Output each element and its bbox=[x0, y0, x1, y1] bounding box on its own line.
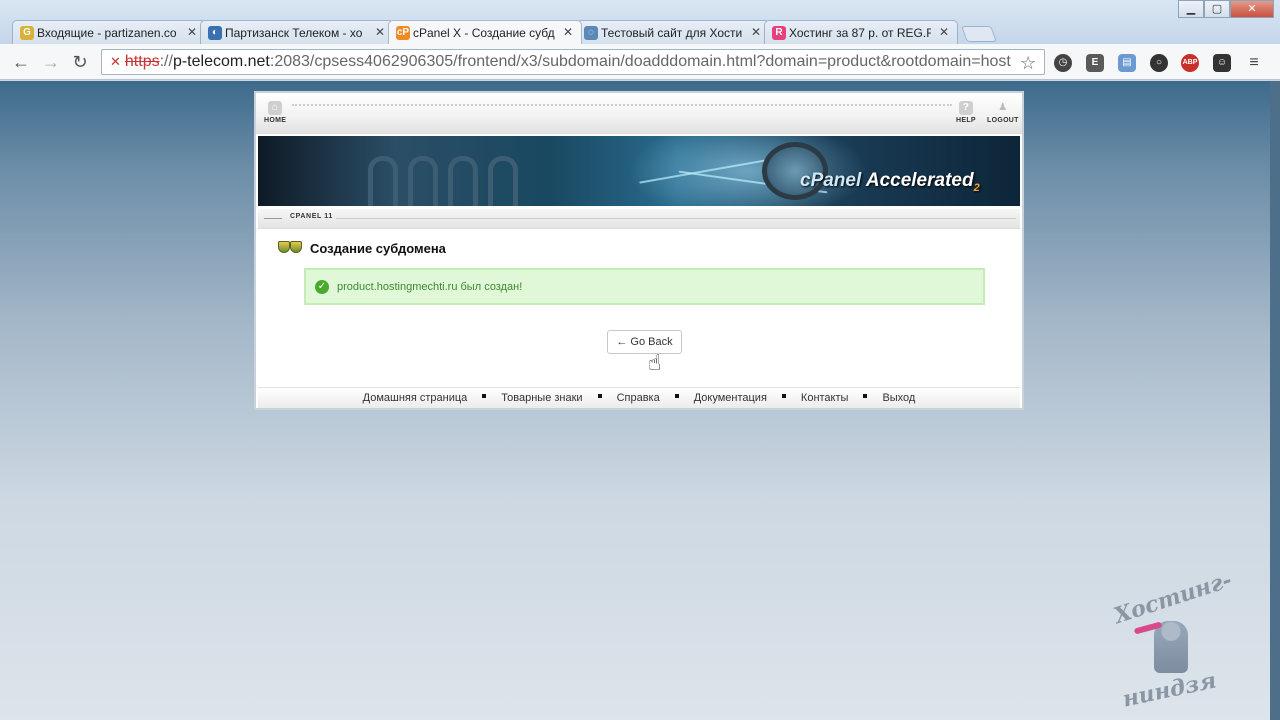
subdomain-icon bbox=[278, 239, 304, 257]
adblock-icon[interactable]: ABP bbox=[1181, 54, 1199, 72]
cpanel-icon: cP bbox=[396, 26, 410, 40]
divider bbox=[264, 218, 282, 219]
tab-reg-ru[interactable]: R Хостинг за 87 р. от REG.R ✕ bbox=[764, 20, 958, 44]
divider bbox=[292, 104, 952, 106]
menu-icon[interactable]: ≡ bbox=[1245, 54, 1263, 72]
separator bbox=[674, 393, 679, 398]
url-host: p-telecom.net bbox=[172, 53, 270, 70]
cable-graphic bbox=[488, 156, 518, 206]
reg-ru-icon: R bbox=[772, 26, 786, 40]
scrollbar[interactable] bbox=[1270, 81, 1280, 720]
home-icon: ⌂ bbox=[268, 101, 283, 115]
go-back-button[interactable]: ← Go Back bbox=[607, 330, 682, 354]
browser-titlebar: G Входящие - partizanen.co ✕ ◐ Партизанс… bbox=[0, 0, 1280, 44]
home-label: HOME bbox=[264, 117, 287, 124]
cpanel-logo: cPanel Accelerated2 bbox=[800, 170, 980, 194]
help-label: HELP bbox=[956, 117, 976, 124]
logout-link[interactable]: ♟ LOGOUT bbox=[987, 101, 1019, 124]
separator bbox=[597, 393, 602, 398]
tab-label: cPanel X - Создание субд bbox=[413, 25, 555, 40]
tab-inbox[interactable]: G Входящие - partizanen.co ✕ bbox=[12, 20, 206, 44]
separator bbox=[482, 393, 487, 398]
tab-cpanel[interactable]: cP cPanel X - Создание субд ✕ bbox=[388, 20, 582, 44]
clock-extension-icon[interactable]: ◷ bbox=[1054, 54, 1072, 72]
watermark-line2: ниндзя bbox=[1120, 667, 1219, 713]
bookmark-star-icon[interactable]: ☆ bbox=[1020, 53, 1036, 74]
folder-extension-icon[interactable]: ▤ bbox=[1118, 54, 1136, 72]
tab-partizansk-telecom[interactable]: ◐ Партизанск Телеком - хо ✕ bbox=[200, 20, 394, 44]
cable-graphic bbox=[368, 156, 398, 206]
ghostery-icon[interactable]: ☺ bbox=[1213, 54, 1231, 72]
breadcrumb: CPANEL 11 bbox=[258, 209, 1020, 229]
tab-label: Партизанск Телеком - хо bbox=[225, 25, 363, 40]
back-arrow-icon[interactable]: ← bbox=[10, 52, 32, 72]
divider bbox=[336, 218, 1016, 219]
hand-cursor-icon: ☝ bbox=[648, 350, 662, 375]
footer-links: Домашняя страница Товарные знаки Справка… bbox=[258, 387, 1020, 408]
watermark-line1: Хостинг- bbox=[1110, 566, 1236, 630]
footer-link-help[interactable]: Справка bbox=[617, 392, 660, 404]
success-message: product.hostingmechti.ru был создан! bbox=[337, 280, 523, 293]
tab-strip: G Входящие - partizanen.co ✕ ◐ Партизанс… bbox=[12, 20, 997, 44]
close-tab-icon[interactable]: ✕ bbox=[751, 25, 761, 39]
separator bbox=[781, 393, 786, 398]
tab-label: Хостинг за 87 р. от REG.R bbox=[789, 25, 931, 40]
footer-link-documentation[interactable]: Документация bbox=[694, 392, 767, 404]
circle-extension-icon[interactable]: ○ bbox=[1150, 54, 1168, 72]
tab-label: Тестовый сайт для Хости bbox=[601, 25, 743, 40]
cpanel-banner: cPanel Accelerated2 bbox=[258, 136, 1020, 206]
close-tab-icon[interactable]: ✕ bbox=[375, 25, 385, 39]
logout-label: LOGOUT bbox=[987, 117, 1019, 124]
window-controls: ▁ ▢ ✕ bbox=[1178, 0, 1274, 18]
cable-graphic bbox=[408, 156, 438, 206]
close-tab-icon[interactable]: ✕ bbox=[563, 25, 573, 39]
cpanel-top-nav: ⌂ HOME ? HELP ♟ LOGOUT bbox=[256, 93, 1022, 134]
footer-link-home[interactable]: Домашняя страница bbox=[363, 392, 468, 404]
url-path: :2083/cpsess4062906305/frontend/x3/subdo… bbox=[269, 53, 1011, 70]
footer-link-contacts[interactable]: Контакты bbox=[801, 392, 849, 404]
help-icon: ? bbox=[958, 101, 973, 115]
help-link[interactable]: ? HELP bbox=[956, 101, 976, 124]
insecure-lock-icon: ✕ bbox=[110, 54, 121, 69]
tab-test-site[interactable]: ◌ Тестовый сайт для Хости ✕ bbox=[576, 20, 770, 44]
gmail-icon: G bbox=[20, 26, 34, 40]
close-window-button[interactable]: ✕ bbox=[1230, 0, 1274, 18]
ninja-mascot-icon bbox=[1154, 621, 1188, 673]
hosting-ninja-watermark: Хостинг- ниндзя bbox=[1108, 567, 1238, 713]
tab-label: Входящие - partizanen.co bbox=[37, 25, 177, 40]
browser-toolbar: ← → ↻ ✕ https://p-telecom.net:2083/cpses… bbox=[0, 44, 1280, 80]
page-title: Создание субдомена bbox=[310, 240, 446, 256]
footer-link-logout[interactable]: Выход bbox=[882, 392, 915, 404]
logo-brand: cPanel bbox=[800, 170, 862, 191]
separator bbox=[863, 393, 868, 398]
globe-icon: ◐ bbox=[208, 26, 222, 40]
close-tab-icon[interactable]: ✕ bbox=[939, 25, 949, 39]
breadcrumb-label[interactable]: CPANEL 11 bbox=[290, 213, 333, 220]
user-icon: ♟ bbox=[998, 102, 1008, 113]
new-tab-button[interactable] bbox=[961, 26, 997, 42]
home-link[interactable]: ⌂ HOME bbox=[264, 101, 286, 124]
minimize-button[interactable]: ▁ bbox=[1178, 0, 1204, 18]
page-heading: Создание субдомена bbox=[278, 239, 446, 257]
close-tab-icon[interactable]: ✕ bbox=[187, 25, 197, 39]
checkmark-icon: ✓ bbox=[315, 279, 329, 294]
loading-icon: ◌ bbox=[584, 26, 598, 40]
address-bar[interactable]: ✕ https://p-telecom.net:2083/cpsess40629… bbox=[101, 49, 1045, 75]
footer-link-trademarks[interactable]: Товарные знаки bbox=[501, 392, 582, 404]
success-message-box: ✓ product.hostingmechti.ru был создан! bbox=[304, 268, 985, 305]
reload-icon[interactable]: ↻ bbox=[69, 52, 91, 72]
url-scheme: https bbox=[124, 53, 160, 70]
logo-version: 2 bbox=[973, 181, 980, 194]
evernote-extension-icon[interactable]: E bbox=[1086, 54, 1104, 72]
cable-graphic bbox=[448, 156, 478, 206]
logo-product: Accelerated bbox=[865, 170, 974, 191]
maximize-button[interactable]: ▢ bbox=[1204, 0, 1230, 18]
page-viewport: ⌂ HOME ? HELP ♟ LOGOUT cPanel Accelerate… bbox=[0, 81, 1280, 720]
cpanel-container: ⌂ HOME ? HELP ♟ LOGOUT cPanel Accelerate… bbox=[254, 91, 1024, 410]
forward-arrow-icon[interactable]: → bbox=[40, 52, 62, 72]
